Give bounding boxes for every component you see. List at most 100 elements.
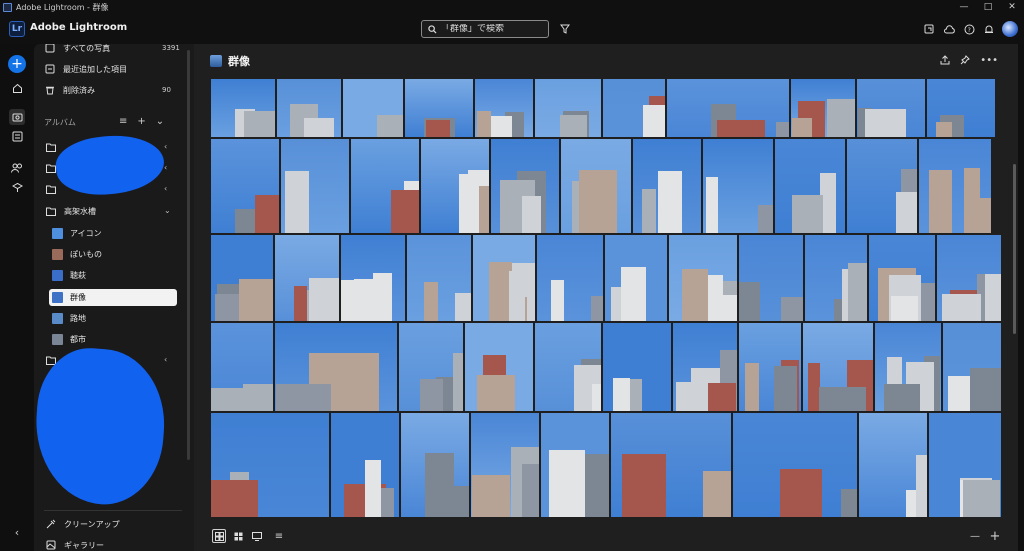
photo-thumbnail[interactable] [274, 322, 398, 412]
photo-thumbnail[interactable] [404, 78, 474, 138]
gallery-item[interactable]: ギャラリー [46, 536, 104, 551]
photo-thumbnail[interactable] [774, 138, 846, 234]
photo-thumbnail[interactable] [274, 234, 340, 322]
photo-thumbnail[interactable] [610, 412, 732, 518]
album-item[interactable]: 路地 [49, 310, 177, 327]
photo-thumbnail[interactable] [280, 138, 350, 234]
folder-row[interactable] [46, 181, 56, 197]
photo-thumbnail[interactable] [276, 78, 342, 138]
photo-thumbnail[interactable] [210, 138, 280, 234]
photo-thumbnail[interactable] [210, 234, 274, 322]
photo-thumbnail[interactable] [210, 78, 276, 138]
photo-thumbnail[interactable] [936, 234, 1002, 322]
photo-thumbnail[interactable] [560, 138, 632, 234]
photo-thumbnail[interactable] [738, 322, 802, 412]
photo-thumbnail[interactable] [540, 412, 610, 518]
photo-thumbnail[interactable] [534, 78, 602, 138]
single-view-icon[interactable] [250, 529, 264, 543]
photo-thumbnail[interactable] [490, 138, 560, 234]
photo-thumbnail[interactable] [666, 78, 790, 138]
edit-icon[interactable] [9, 128, 25, 144]
recent-item[interactable]: 最近追加した項目 [44, 60, 127, 78]
search-box[interactable] [421, 20, 549, 38]
chevron-left-icon[interactable]: ‹ [164, 142, 167, 151]
photo-thumbnail[interactable] [330, 412, 400, 518]
photo-thumbnail[interactable] [464, 322, 534, 412]
library-icon[interactable] [9, 109, 25, 125]
sort-icon[interactable]: ≡ [272, 529, 286, 543]
search-input[interactable] [441, 24, 541, 34]
share-icon[interactable] [940, 55, 950, 68]
more-options-icon[interactable]: ••• [980, 55, 998, 68]
photo-thumbnail[interactable] [350, 138, 420, 234]
chevron-down-icon[interactable]: ⌄ [156, 116, 164, 127]
photo-thumbnail[interactable] [804, 234, 868, 322]
photo-thumbnail[interactable] [210, 412, 330, 518]
photo-thumbnail[interactable] [672, 322, 738, 412]
minimize-icon[interactable]: — [952, 0, 976, 14]
chevron-down-icon[interactable]: ⌄ [164, 206, 171, 215]
photo-thumbnail[interactable] [342, 78, 404, 138]
album-item-selected[interactable]: 群像 [49, 289, 177, 306]
folder-row[interactable] [46, 139, 56, 155]
grid-view-icon[interactable] [231, 529, 245, 543]
album-item[interactable]: 聴萩 [49, 267, 177, 284]
photo-thumbnail[interactable] [668, 234, 738, 322]
photo-thumbnail[interactable] [602, 322, 672, 412]
photo-thumbnail[interactable] [874, 322, 942, 412]
learn-icon[interactable] [9, 179, 25, 195]
photo-thumbnail[interactable] [398, 322, 464, 412]
chevron-left-icon[interactable]: ‹ [164, 355, 167, 364]
photo-thumbnail[interactable] [868, 234, 936, 322]
photo-thumbnail[interactable] [340, 234, 406, 322]
photo-thumbnail[interactable] [406, 234, 472, 322]
deleted-item[interactable]: 削除済み 90 [44, 81, 171, 99]
photo-thumbnail[interactable] [732, 412, 858, 518]
photo-thumbnail[interactable] [738, 234, 804, 322]
photo-thumbnail[interactable] [474, 78, 534, 138]
photo-thumbnail[interactable] [400, 412, 470, 518]
album-item[interactable]: 都市 [49, 331, 177, 348]
square-grid-icon[interactable] [212, 529, 226, 543]
photo-thumbnail[interactable] [846, 138, 918, 234]
cleanup-item[interactable]: クリーンアップ [46, 515, 120, 533]
all-photos-item[interactable]: すべての写真 3391 [44, 44, 180, 57]
maximize-icon[interactable]: □ [976, 0, 1000, 14]
photo-thumbnail[interactable] [802, 322, 874, 412]
photo-thumbnail[interactable] [604, 234, 668, 322]
photo-thumbnail[interactable] [926, 78, 996, 138]
avatar[interactable] [1002, 21, 1018, 37]
photo-thumbnail[interactable] [602, 78, 666, 138]
filter-icon[interactable] [558, 22, 572, 36]
album-item[interactable]: ぽいもの [49, 246, 177, 263]
folder-water-tank[interactable]: 高架水槽 [46, 203, 96, 219]
photo-thumbnail[interactable] [928, 412, 1002, 518]
photo-thumbnail[interactable] [420, 138, 490, 234]
photo-thumbnail[interactable] [536, 234, 604, 322]
photo-thumbnail[interactable] [858, 412, 928, 518]
zoom-in-icon[interactable]: + [988, 529, 1002, 544]
grid-scrollbar[interactable] [1013, 164, 1016, 334]
photo-thumbnail[interactable] [632, 138, 702, 234]
album-item[interactable]: アイコン [49, 225, 177, 242]
home-icon[interactable] [9, 80, 25, 96]
add-album-icon[interactable]: + [137, 116, 145, 127]
panel-scrollbar[interactable] [187, 50, 190, 460]
photo-thumbnail[interactable] [472, 234, 536, 322]
zoom-out-icon[interactable]: — [968, 529, 982, 543]
photo-thumbnail[interactable] [210, 322, 274, 412]
notification-icon[interactable] [982, 22, 996, 36]
share-icon[interactable] [922, 22, 936, 36]
photo-thumbnail[interactable] [942, 322, 1002, 412]
collapse-panel-icon[interactable]: ‹ [9, 524, 25, 540]
photo-thumbnail[interactable] [470, 412, 540, 518]
add-photo-button[interactable]: + [8, 55, 26, 73]
folder-row[interactable] [46, 160, 56, 176]
pin-icon[interactable] [960, 55, 971, 68]
chevron-left-icon[interactable]: ‹ [164, 184, 167, 193]
photo-thumbnail[interactable] [702, 138, 774, 234]
chevron-left-icon[interactable]: ‹ [164, 163, 167, 172]
photo-thumbnail[interactable] [534, 322, 602, 412]
photo-thumbnail[interactable] [790, 78, 856, 138]
photo-thumbnail[interactable] [856, 78, 926, 138]
